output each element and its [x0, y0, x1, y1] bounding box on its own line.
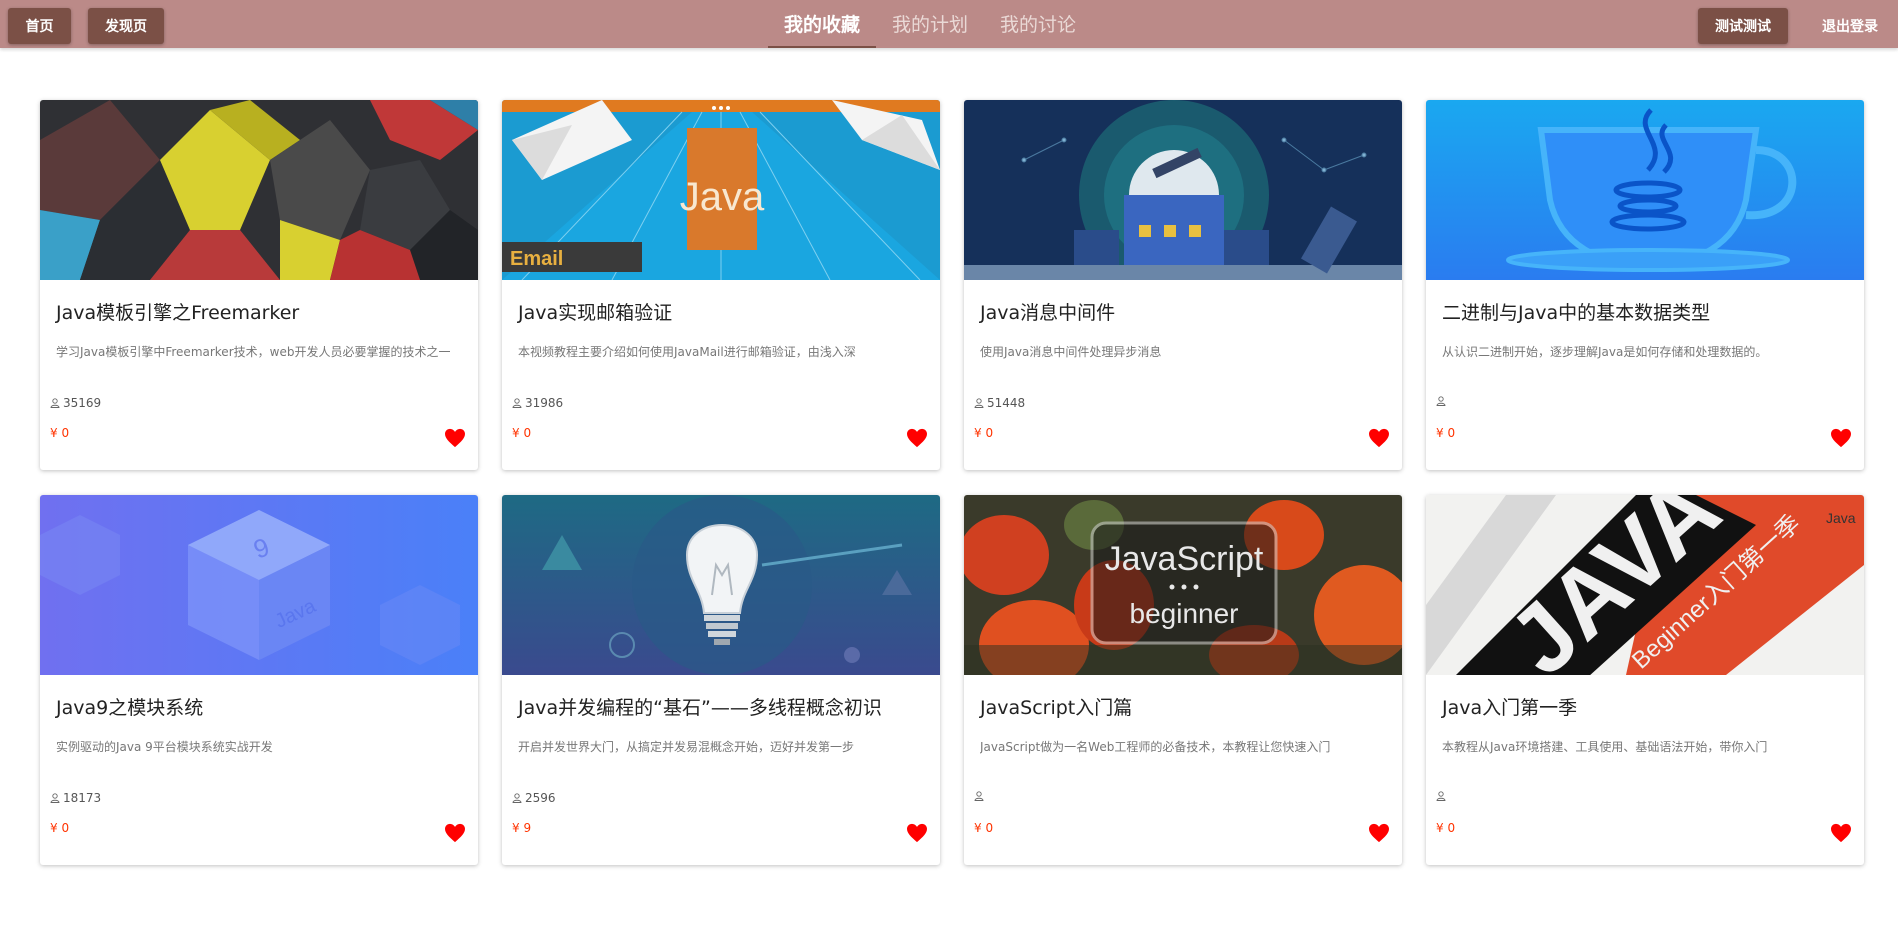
course-title[interactable]: Java模板引擎之Freemarker [56, 298, 299, 325]
course-price: ¥ 0 [512, 426, 532, 440]
course-card[interactable]: Java消息中间件 使用Java消息中间件处理异步消息 51448 ¥ 0 [964, 100, 1402, 470]
course-price: ¥ 0 [974, 821, 994, 835]
user-icon [974, 791, 984, 801]
heart-icon[interactable] [1830, 428, 1852, 448]
course-price: ¥ 0 [974, 426, 994, 440]
course-card[interactable]: Java模板引擎之Freemarker 学习Java模板引擎中Freemarke… [40, 100, 478, 470]
heart-icon[interactable] [1830, 823, 1852, 843]
thumb-javascript-label: JavaScript [1105, 540, 1264, 578]
course-card[interactable]: 二进制与Java中的基本数据类型 从认识二进制开始，逐步理解Java是如何存储和… [1426, 100, 1864, 470]
view-count-value: 31986 [525, 396, 564, 410]
course-description: 学习Java模板引擎中Freemarker技术，web开发人员必要掌握的技术之一 [56, 345, 451, 359]
course-title[interactable]: 二进制与Java中的基本数据类型 [1442, 298, 1710, 325]
course-title[interactable]: Java并发编程的“基石”——多线程概念初识 [518, 693, 882, 720]
heart-icon[interactable] [444, 823, 466, 843]
course-price: ¥ 0 [1436, 821, 1456, 835]
view-count [1436, 791, 1449, 801]
course-title[interactable]: Java9之模块系统 [56, 693, 203, 720]
user-icon [50, 398, 60, 408]
tab-favorites[interactable]: 我的收藏 [768, 0, 877, 48]
course-title[interactable]: Java入门第一季 [1442, 693, 1577, 720]
user-icon [974, 398, 984, 408]
top-navigation-bar: 首页 发现页 我的收藏 我的计划 我的讨论 测试测试 退出登录 [0, 0, 1898, 48]
course-thumbnail[interactable]: JAVA Beginner入门第一季 Java [1426, 495, 1864, 675]
view-count: 18173 [50, 791, 101, 805]
course-card[interactable]: JAVA Beginner入门第一季 Java Java入门第一季 本教程从Ja… [1426, 495, 1864, 865]
thumb-java-label: Java [680, 175, 765, 219]
view-count-value: 51448 [987, 396, 1026, 410]
user-icon [512, 398, 522, 408]
course-thumbnail[interactable] [502, 495, 940, 675]
course-description: 使用Java消息中间件处理异步消息 [980, 345, 1162, 359]
view-count-value: 35169 [63, 396, 102, 410]
tab-discussions[interactable]: 我的讨论 [984, 0, 1092, 46]
course-card[interactable]: Java Email Java实现邮箱验证 本视频教程主要介绍如何使用JavaM… [502, 100, 940, 470]
discover-button[interactable]: 发现页 [88, 8, 164, 44]
course-thumbnail[interactable] [1426, 100, 1864, 280]
course-thumbnail[interactable]: Java Email [502, 100, 940, 280]
heart-icon[interactable] [1368, 823, 1390, 843]
user-icon [50, 793, 60, 803]
course-thumbnail[interactable]: 9 Java [40, 495, 478, 675]
thumb-beginner-label: beginner [1130, 598, 1239, 629]
course-price: ¥ 0 [50, 426, 70, 440]
thumb-java-logo-label: Java [1826, 510, 1856, 526]
course-price: ¥ 0 [50, 821, 70, 835]
course-price: ¥ 9 [512, 821, 532, 835]
course-price: ¥ 0 [1436, 426, 1456, 440]
course-card[interactable]: 9 Java Java9之模块系统 实例驱动的Java 9平台模块系统实战开发 … [40, 495, 478, 865]
course-title[interactable]: Java实现邮箱验证 [518, 298, 672, 325]
view-count: 31986 [512, 396, 563, 410]
course-description: 从认识二进制开始，逐步理解Java是如何存储和处理数据的。 [1442, 345, 1768, 359]
course-thumbnail[interactable] [40, 100, 478, 280]
home-button[interactable]: 首页 [8, 8, 71, 44]
course-thumbnail[interactable]: JavaScript beginner [964, 495, 1402, 675]
course-card[interactable]: JavaScript beginner JavaScript入门篇 JavaSc… [964, 495, 1402, 865]
heart-icon[interactable] [444, 428, 466, 448]
heart-icon[interactable] [1368, 428, 1390, 448]
view-count: 51448 [974, 396, 1025, 410]
course-description: JavaScript做为一名Web工程师的必备技术，本教程让您快速入门 [980, 740, 1331, 754]
course-thumbnail[interactable] [964, 100, 1402, 280]
view-count [974, 791, 987, 801]
tab-bar: 我的收藏 我的计划 我的讨论 [768, 0, 1092, 48]
course-description: 本教程从Java环境搭建、工具使用、基础语法开始，带你入门 [1442, 740, 1768, 754]
view-count-value: 18173 [63, 791, 102, 805]
course-title[interactable]: Java消息中间件 [980, 298, 1115, 325]
view-count [1436, 396, 1449, 406]
course-description: 本视频教程主要介绍如何使用JavaMail进行邮箱验证，由浅入深 [518, 345, 856, 359]
logout-button[interactable]: 退出登录 [1805, 8, 1895, 44]
course-description: 开启并发世界大门，从搞定并发易混概念开始，迈好并发第一步 [518, 740, 855, 754]
course-title[interactable]: JavaScript入门篇 [980, 693, 1132, 720]
course-card[interactable]: Java并发编程的“基石”——多线程概念初识 开启并发世界大门，从搞定并发易混概… [502, 495, 940, 865]
user-icon [512, 793, 522, 803]
thumb-email-label: Email [510, 248, 563, 270]
user-button[interactable]: 测试测试 [1698, 8, 1788, 44]
view-count-value: 2596 [525, 791, 556, 805]
course-description: 实例驱动的Java 9平台模块系统实战开发 [56, 740, 273, 754]
user-icon [1436, 396, 1446, 406]
view-count: 2596 [512, 791, 556, 805]
user-icon [1436, 791, 1446, 801]
view-count: 35169 [50, 396, 101, 410]
heart-icon[interactable] [906, 823, 928, 843]
tab-plans[interactable]: 我的计划 [876, 0, 984, 46]
heart-icon[interactable] [906, 428, 928, 448]
